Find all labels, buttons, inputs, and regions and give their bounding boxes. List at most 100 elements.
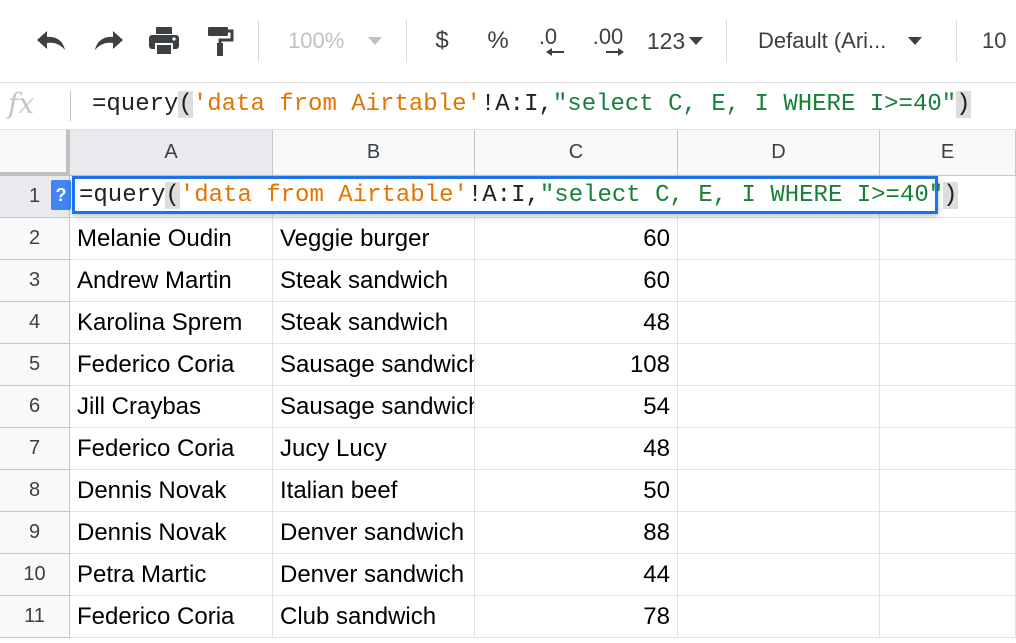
table-cell[interactable]: Federico Coria (70, 428, 273, 470)
formula-sheet-ref: 'data from Airtable' (193, 91, 481, 118)
table-cell[interactable]: Denver sandwich (273, 554, 475, 596)
table-cell[interactable]: Jucy Lucy (273, 428, 475, 470)
row-header[interactable]: 9 (0, 512, 70, 554)
toolbar-divider (258, 20, 259, 62)
zoom-value: 100% (288, 28, 344, 54)
print-button[interactable] (142, 22, 186, 60)
table-cell[interactable]: 50 (475, 470, 678, 512)
row-header[interactable]: 8 (0, 470, 70, 512)
table-cell[interactable]: Sausage sandwich (273, 344, 475, 386)
cell-formula: =query('data from Airtable'!A:I,"select … (79, 182, 958, 209)
table-cell[interactable] (880, 218, 1016, 260)
table-cell[interactable]: 54 (475, 386, 678, 428)
table-cell[interactable]: 44 (475, 554, 678, 596)
select-all-corner[interactable] (0, 130, 70, 176)
chevron-down-icon (368, 37, 382, 45)
table-cell[interactable] (678, 470, 880, 512)
table-cell[interactable]: Dennis Novak (70, 470, 273, 512)
table-cell[interactable] (678, 386, 880, 428)
table-cell[interactable]: Denver sandwich (273, 512, 475, 554)
table-cell[interactable] (880, 596, 1016, 638)
formula-close-paren: ) (943, 182, 957, 209)
formula-bar-divider (70, 91, 71, 121)
table-cell[interactable] (678, 428, 880, 470)
redo-icon (91, 30, 125, 52)
increase-decimal-button[interactable]: .00 (586, 22, 630, 60)
row-header[interactable]: 4 (0, 302, 70, 344)
table-cell[interactable]: Steak sandwich (273, 302, 475, 344)
table-cell[interactable]: Sausage sandwich (273, 386, 475, 428)
row-header[interactable]: 6 (0, 386, 70, 428)
table-cell[interactable]: Jill Craybas (70, 386, 273, 428)
table-cell[interactable]: Federico Coria (70, 344, 273, 386)
row-header[interactable]: 11 (0, 596, 70, 638)
font-size-select[interactable]: 10 (972, 22, 1016, 60)
table-cell[interactable]: 60 (475, 260, 678, 302)
table-cell[interactable] (678, 554, 880, 596)
more-formats-button[interactable]: 123 (642, 22, 708, 60)
table-cell[interactable]: Petra Martic (70, 554, 273, 596)
row-header[interactable]: 2 (0, 218, 70, 260)
column-header-c[interactable]: C (475, 130, 678, 176)
row-header[interactable]: 3 (0, 260, 70, 302)
column-header-e[interactable]: E (880, 130, 1016, 176)
row-header[interactable]: 10 (0, 554, 70, 596)
active-cell-editor[interactable]: =query('data from Airtable'!A:I,"select … (72, 176, 938, 214)
table-cell[interactable]: 48 (475, 428, 678, 470)
print-icon (148, 26, 180, 56)
font-family-value: Default (Ari... (758, 28, 886, 54)
table-cell[interactable] (880, 554, 1016, 596)
increase-decimal-label: .00 (593, 26, 624, 48)
table-cell[interactable] (678, 344, 880, 386)
table-cell[interactable] (880, 386, 1016, 428)
formula-close-paren: ) (956, 91, 970, 118)
table-cell[interactable] (880, 512, 1016, 554)
table-cell[interactable]: 108 (475, 344, 678, 386)
table-cell[interactable]: Steak sandwich (273, 260, 475, 302)
row-header[interactable]: 5 (0, 344, 70, 386)
table-cell[interactable]: 60 (475, 218, 678, 260)
arrow-right-icon (606, 48, 624, 56)
zoom-select[interactable]: 100% (276, 22, 396, 60)
chevron-down-icon (908, 37, 922, 45)
table-cell[interactable]: Karolina Sprem (70, 302, 273, 344)
format-currency-button[interactable]: $ (424, 22, 460, 60)
table-cell[interactable]: Federico Coria (70, 596, 273, 638)
decrease-decimal-button[interactable]: .0 (528, 22, 568, 60)
formula-bar: fx =query('data from Airtable'!A:I,"sele… (0, 83, 1016, 130)
table-cell[interactable] (678, 512, 880, 554)
table-cell[interactable]: Dennis Novak (70, 512, 273, 554)
formula-sheet-ref: 'data from Airtable' (180, 182, 468, 209)
table-cell[interactable] (880, 428, 1016, 470)
table-cell[interactable]: 48 (475, 302, 678, 344)
column-header-a[interactable]: A (70, 130, 273, 176)
table-cell[interactable] (678, 260, 880, 302)
table-cell[interactable]: Andrew Martin (70, 260, 273, 302)
column-header-d[interactable]: D (678, 130, 880, 176)
table-cell[interactable]: Melanie Oudin (70, 218, 273, 260)
undo-icon (35, 30, 69, 52)
table-cell[interactable] (678, 302, 880, 344)
paint-format-button[interactable] (198, 22, 242, 60)
table-cell[interactable] (678, 596, 880, 638)
undo-button[interactable] (30, 22, 74, 60)
table-cell[interactable] (678, 218, 880, 260)
table-cell[interactable] (880, 260, 1016, 302)
table-cell[interactable]: 78 (475, 596, 678, 638)
column-header-b[interactable]: B (273, 130, 475, 176)
row-header[interactable]: 7 (0, 428, 70, 470)
spreadsheet-grid: A B C D E 1 2 Melanie Oudin Veggie burge… (0, 130, 1016, 643)
table-cell[interactable] (880, 470, 1016, 512)
formula-query-string: "select C, E, I WHERE I>=40" (553, 91, 956, 118)
table-cell[interactable] (880, 302, 1016, 344)
table-cell[interactable]: Veggie burger (273, 218, 475, 260)
font-family-select[interactable]: Default (Ari... (748, 22, 938, 60)
table-cell[interactable]: Italian beef (273, 470, 475, 512)
table-cell[interactable]: Club sandwich (273, 596, 475, 638)
redo-button[interactable] (86, 22, 130, 60)
formula-help-button[interactable]: ? (51, 180, 71, 210)
table-cell[interactable] (880, 344, 1016, 386)
formula-input[interactable]: =query('data from Airtable'!A:I,"select … (92, 91, 971, 118)
format-percent-button[interactable]: % (480, 22, 516, 60)
table-cell[interactable]: 88 (475, 512, 678, 554)
